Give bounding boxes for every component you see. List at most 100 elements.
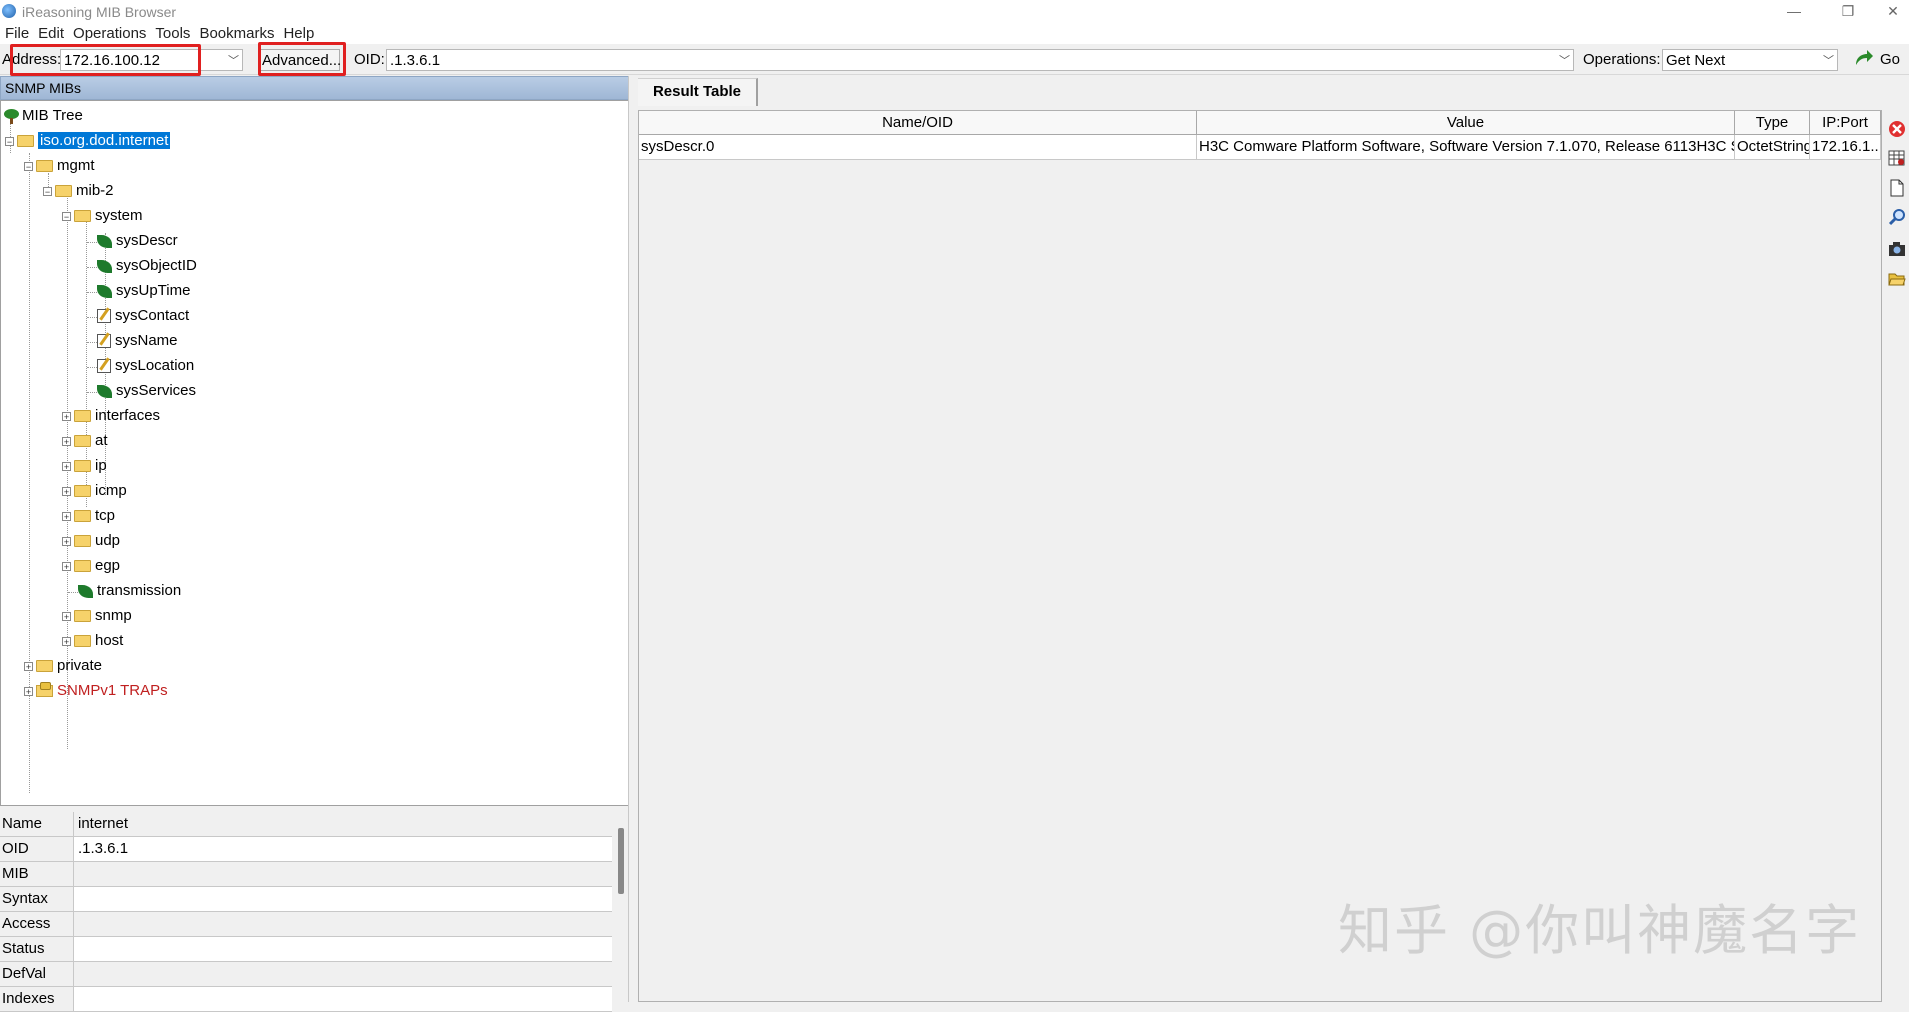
tree-node[interactable]: + interfaces (62, 405, 160, 427)
minimize-button[interactable]: — (1771, 0, 1817, 24)
expand-icon[interactable]: + (62, 511, 71, 521)
panel-splitter[interactable] (628, 76, 637, 1002)
tree-node[interactable]: + host (62, 630, 123, 652)
table-cell[interactable]: OctetString (1735, 135, 1810, 160)
stop-icon[interactable] (1888, 120, 1906, 138)
tree-node[interactable]: + at (62, 430, 108, 452)
document-icon[interactable] (1888, 179, 1906, 197)
oid-value[interactable]: .1.3.6.1 (390, 52, 440, 69)
table-cell[interactable]: sysDescr.0 (639, 135, 1197, 160)
tab-result-table[interactable]: Result Table (638, 78, 758, 106)
edit-icon (97, 334, 111, 349)
collapse-icon[interactable]: − (62, 211, 71, 221)
expand-icon[interactable]: + (24, 661, 33, 671)
tree-root[interactable]: MIB Tree (4, 105, 83, 127)
expand-icon[interactable]: + (62, 486, 71, 496)
tree-node-label[interactable]: sysContact (115, 307, 189, 324)
tree-node[interactable]: − mib-2 (43, 180, 114, 202)
tree-node[interactable]: + icmp (62, 480, 127, 502)
menu-tools[interactable]: Tools (150, 24, 194, 42)
expand-icon[interactable]: + (62, 611, 71, 621)
tree-node-label[interactable]: iso.org.dod.internet (38, 132, 171, 149)
tree-node-label[interactable]: udp (95, 532, 120, 549)
expand-icon[interactable]: + (62, 561, 71, 571)
tree-node-label[interactable]: sysDescr (116, 232, 178, 249)
tree-node[interactable]: sysDescr (97, 230, 178, 252)
tree-node-label[interactable]: tcp (95, 507, 115, 524)
tree-node[interactable]: sysServices (97, 380, 196, 402)
tree-node-label[interactable]: mib-2 (76, 182, 114, 199)
table-icon[interactable] (1888, 149, 1906, 167)
expand-icon[interactable]: + (62, 436, 71, 446)
tree-node[interactable]: sysContact (97, 305, 189, 327)
open-folder-icon[interactable] (1888, 270, 1906, 288)
tree-node-label[interactable]: sysUpTime (116, 282, 190, 299)
table-cell[interactable]: 172.16.1... (1810, 135, 1881, 160)
tree-node[interactable]: transmission (78, 580, 181, 602)
operations-select[interactable]: Get Next ﹀ (1662, 49, 1838, 71)
tree-node[interactable]: sysObjectID (97, 255, 197, 277)
menu-operations[interactable]: Operations (68, 24, 150, 42)
tree-node-label[interactable]: ip (95, 457, 107, 474)
menu-help[interactable]: Help (278, 24, 318, 42)
close-button[interactable]: ✕ (1870, 0, 1909, 24)
chevron-down-icon[interactable]: ﹀ (1559, 52, 1570, 68)
expand-icon[interactable]: + (24, 686, 33, 696)
column-header-value[interactable]: Value (1197, 111, 1735, 135)
column-header-ip-port[interactable]: IP:Port (1810, 111, 1881, 135)
expand-icon[interactable]: + (62, 461, 71, 471)
go-icon[interactable] (1854, 49, 1874, 71)
folder-icon (74, 560, 91, 573)
menu-file[interactable]: File (0, 24, 33, 42)
expand-icon[interactable]: + (62, 636, 71, 646)
camera-icon[interactable] (1888, 240, 1906, 258)
restore-button[interactable]: ❐ (1825, 0, 1871, 24)
tree-node[interactable]: + tcp (62, 505, 115, 527)
tree-node-label[interactable]: egp (95, 557, 120, 574)
column-header-name-oid[interactable]: Name/OID (639, 111, 1197, 135)
tree-node[interactable]: + SNMPv1 TRAPs (24, 680, 168, 702)
menu-bookmarks[interactable]: Bookmarks (194, 24, 278, 42)
operations-value[interactable]: Get Next (1666, 52, 1725, 69)
tree-node[interactable]: + egp (62, 555, 120, 577)
menu-edit[interactable]: Edit (33, 24, 68, 42)
tree-node-label[interactable]: system (95, 207, 143, 224)
expand-icon[interactable]: + (62, 411, 71, 421)
collapse-icon[interactable]: − (43, 186, 52, 196)
tree-node[interactable]: − system (62, 205, 143, 227)
tree-node[interactable]: + udp (62, 530, 120, 552)
tree-node[interactable]: + private (24, 655, 102, 677)
tree-node[interactable]: − iso.org.dod.internet (5, 130, 171, 152)
tree-node[interactable]: − mgmt (24, 155, 95, 177)
tree-node-label[interactable]: snmp (95, 607, 132, 624)
chevron-down-icon[interactable]: ﹀ (228, 52, 239, 68)
tree-node-label[interactable]: icmp (95, 482, 127, 499)
expand-icon[interactable]: + (62, 536, 71, 546)
tree-node-label[interactable]: interfaces (95, 407, 160, 424)
tree-node[interactable]: + ip (62, 455, 107, 477)
tree-node-label[interactable]: sysLocation (115, 357, 194, 374)
tree-node-label[interactable]: SNMPv1 TRAPs (57, 682, 168, 699)
tree-node[interactable]: sysUpTime (97, 280, 190, 302)
search-icon[interactable] (1888, 208, 1906, 226)
tree-node-label[interactable]: sysName (115, 332, 178, 349)
chevron-down-icon[interactable]: ﹀ (1823, 52, 1834, 68)
tree-node-label[interactable]: transmission (97, 582, 181, 599)
column-header-type[interactable]: Type (1735, 111, 1810, 135)
go-button[interactable]: Go (1880, 51, 1900, 68)
tree-node-label[interactable]: sysServices (116, 382, 196, 399)
tree-node-label[interactable]: private (57, 657, 102, 674)
properties-scrollbar[interactable] (618, 828, 624, 894)
tree-node[interactable]: sysName (97, 330, 178, 352)
tree-node-label[interactable]: sysObjectID (116, 257, 197, 274)
tree-node-label[interactable]: host (95, 632, 123, 649)
tree-node[interactable]: sysLocation (97, 355, 194, 377)
tree-node-label[interactable]: mgmt (57, 157, 95, 174)
collapse-icon[interactable]: − (24, 161, 33, 171)
tree-node-label[interactable]: at (95, 432, 108, 449)
oid-combo[interactable]: .1.3.6.1 ﹀ (386, 49, 1574, 71)
tree-node[interactable]: + snmp (62, 605, 132, 627)
collapse-icon[interactable]: − (5, 136, 14, 146)
table-cell[interactable]: H3C Comware Platform Software, Software … (1197, 135, 1735, 160)
mib-tree[interactable]: MIB Tree − iso.org.dod.internet − mgmt − mi… (0, 100, 630, 806)
